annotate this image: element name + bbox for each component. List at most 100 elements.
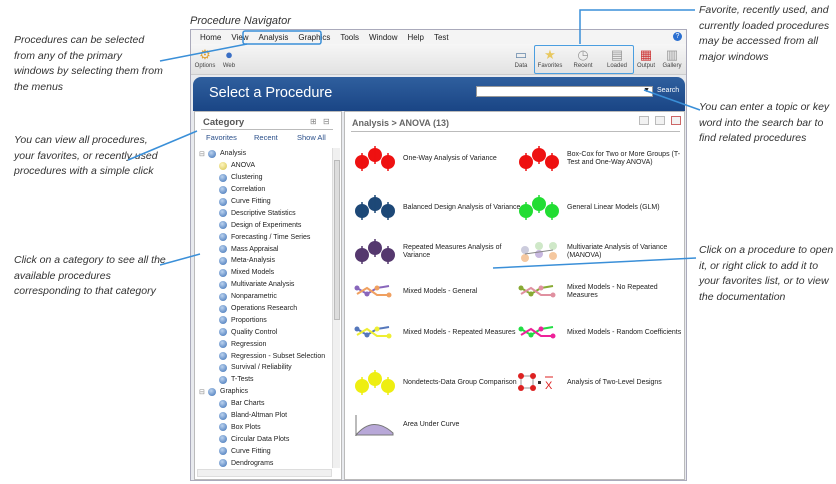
tree-item[interactable]: Bar Charts (197, 398, 333, 410)
category-icon (219, 435, 227, 444)
expand-all-icon[interactable]: ⊞ (310, 117, 317, 126)
tree-item[interactable]: ⊟ Analysis (197, 148, 333, 160)
search-button[interactable]: Search (657, 87, 679, 94)
menu-home[interactable]: Home (195, 33, 226, 42)
breadcrumb: Analysis > ANOVA (13) (352, 118, 449, 128)
lines-procedure-icon (518, 326, 556, 339)
gallery-button[interactable]: ▥ Gallery (658, 46, 686, 70)
tree-item[interactable]: Regression (197, 338, 333, 350)
lines-procedure-icon (518, 285, 556, 298)
tree-item[interactable]: Quality Control (197, 326, 333, 338)
procedure-item[interactable]: General Linear Models (GLM) (517, 194, 685, 222)
procedure-item[interactable]: Box-Cox for Two or More Groups (T-Test a… (517, 145, 685, 173)
tree-item[interactable]: ANOVA (197, 160, 333, 172)
tree-item[interactable]: Clustering (197, 172, 333, 184)
help-icon[interactable]: ? (673, 32, 682, 41)
procedure-item[interactable]: One-Way Analysis of Variance (353, 145, 521, 173)
procedure-item[interactable]: Balanced Design Analysis of Variance (353, 194, 521, 222)
tree-item[interactable]: Operations Research (197, 303, 333, 315)
dots-procedure-icon (355, 146, 395, 171)
tree-item[interactable]: Meta-Analysis (197, 255, 333, 267)
menu-analysis[interactable]: Analysis (254, 33, 294, 42)
vertical-scrollbar[interactable] (332, 148, 340, 468)
tree-item[interactable]: Descriptive Statistics (197, 207, 333, 219)
output-icon: ▦ (639, 46, 653, 62)
menu-window[interactable]: Window (364, 33, 402, 42)
list-view-icon[interactable] (639, 116, 649, 125)
tree-item[interactable]: Curve Fitting (197, 196, 333, 208)
tree-item[interactable]: Regression - Subset Selection (197, 350, 333, 362)
tree-item[interactable]: Mixed Models (197, 267, 333, 279)
tree-item[interactable]: Nonparametric (197, 291, 333, 303)
loaded-button[interactable]: ▤ Loaded (602, 46, 632, 70)
search-input[interactable]: ▼ (476, 86, 653, 97)
procedure-item[interactable]: Mixed Models - No Repeated Measures (517, 278, 685, 306)
tree-item[interactable]: Circular Data Plots (197, 433, 333, 445)
tree-item-label: Survival / Reliability (231, 364, 292, 372)
menu-test[interactable]: Test (429, 33, 454, 42)
menu-view[interactable]: View (226, 33, 253, 42)
procedure-label: Area Under Curve (403, 421, 460, 428)
data-button[interactable]: ▭ Data (507, 46, 535, 70)
procedure-item[interactable]: Mixed Models - General (353, 278, 521, 306)
tree-item[interactable]: Curve Fitting (197, 445, 333, 457)
procedure-item[interactable]: Mixed Models - Repeated Measures (353, 319, 521, 347)
favorites-link[interactable]: Favorites (206, 133, 237, 142)
tree-item[interactable]: Box Plots (197, 421, 333, 433)
tree-item[interactable]: Bland-Altman Plot (197, 410, 333, 422)
output-button[interactable]: ▦ Output (632, 46, 660, 70)
tree-item-label: Graphics (220, 388, 249, 396)
tree-item[interactable]: Dendrograms (197, 457, 333, 468)
dropdown-arrow-icon[interactable]: ▼ (643, 87, 650, 94)
show-all-link[interactable]: Show All (297, 133, 326, 142)
tree-item-label: ANOVA (231, 162, 255, 170)
procedure-label: Repeated Measures Analysis of Variance (403, 244, 502, 259)
tree-item[interactable]: Survival / Reliability (197, 362, 333, 374)
procedure-item[interactable]: Nondetects-Data Group Comparison (353, 369, 521, 397)
procedure-panel: Analysis > ANOVA (13) One-Way Analysis o… (344, 111, 685, 480)
tree-item[interactable]: Forecasting / Time Series (197, 231, 333, 243)
favorites-button[interactable]: ★ Favorites (535, 46, 565, 70)
tree-item-label: Design of Experiments (231, 221, 302, 229)
tree-item[interactable]: Mass Appraisal (197, 243, 333, 255)
recent-button[interactable]: ◷ Recent (568, 46, 598, 70)
tree-item[interactable]: T-Tests (197, 374, 333, 386)
procedure-label: Mixed Models - Random Coefficients (567, 329, 682, 336)
category-icon (219, 280, 227, 289)
tree-item[interactable]: Multivariate Analysis (197, 279, 333, 291)
procedure-item[interactable]: Repeated Measures Analysis of Variance (353, 238, 521, 266)
procedure-item[interactable]: Mixed Models - Random Coefficients (517, 319, 685, 347)
category-icon (219, 459, 227, 468)
web-button[interactable]: ● Web (215, 46, 243, 69)
tree-item-label: Forecasting / Time Series (231, 233, 311, 241)
recent-link[interactable]: Recent (254, 133, 278, 142)
collapse-all-icon[interactable]: ⊟ (323, 117, 330, 126)
tree-item[interactable]: Design of Experiments (197, 219, 333, 231)
tree-item[interactable]: ⊟ Graphics (197, 386, 333, 398)
tree-item[interactable]: Correlation (197, 184, 333, 196)
windows-icon: ▤ (610, 46, 624, 62)
globe-icon: ● (225, 47, 233, 62)
menu-tools[interactable]: Tools (335, 33, 364, 42)
icon-view-icon[interactable] (671, 116, 681, 125)
annotation-category: Click on a category to see all the avail… (14, 254, 166, 297)
collapse-icon[interactable]: ⊟ (199, 388, 206, 396)
tree-item-label: Multivariate Analysis (231, 281, 295, 289)
category-icon (219, 340, 227, 349)
clock-icon: ◷ (577, 46, 589, 62)
menu-help[interactable]: Help (403, 33, 429, 42)
tree-item-label: Bland-Altman Plot (231, 412, 288, 420)
category-icon (219, 173, 227, 182)
procedure-item[interactable]: Multivariate Analysis of Variance (MANOV… (517, 238, 685, 266)
menu-graphics[interactable]: Graphics (293, 33, 335, 42)
procedure-item[interactable]: Area Under Curve (353, 411, 521, 439)
tree-item-label: Clustering (231, 174, 263, 182)
tree-item[interactable]: Proportions (197, 314, 333, 326)
tree-item-label: Circular Data Plots (231, 435, 290, 443)
detail-view-icon[interactable] (655, 116, 665, 125)
horizontal-scrollbar[interactable] (197, 469, 332, 477)
procedure-item[interactable]: X Analysis of Two-Level Designs (517, 369, 685, 397)
collapse-icon[interactable]: ⊟ (199, 150, 206, 158)
recent-label: Recent (573, 63, 593, 69)
data-icon: ▭ (514, 46, 528, 62)
